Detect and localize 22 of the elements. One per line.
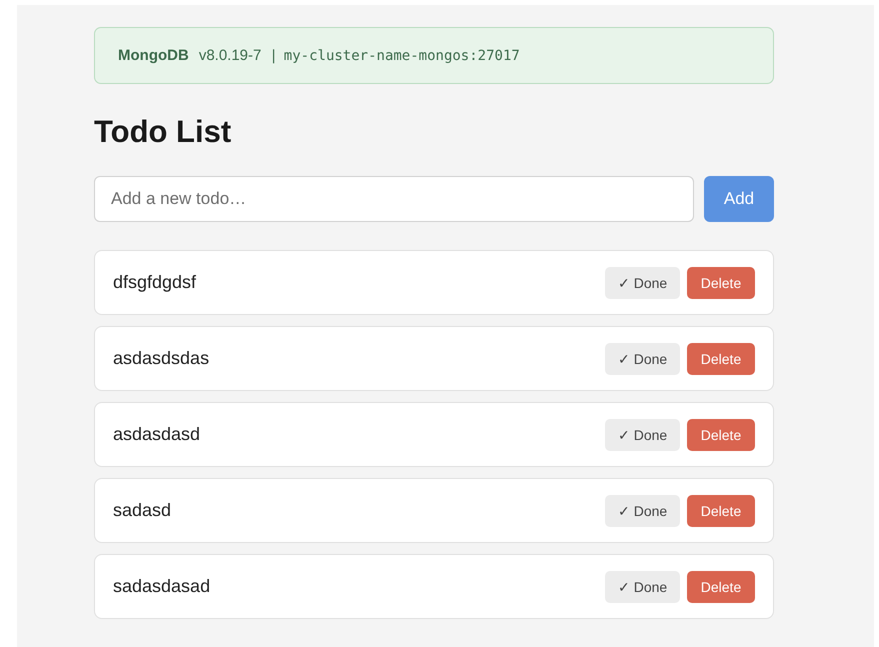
- database-name: MongoDB: [118, 47, 189, 64]
- version-text: v8.0.19-7: [198, 47, 262, 64]
- done-button[interactable]: ✓ Done: [605, 494, 680, 526]
- add-button[interactable]: Add: [704, 176, 774, 222]
- todo-text: dfsgfdgdsf: [113, 272, 196, 293]
- delete-button[interactable]: Delete: [687, 494, 755, 526]
- todo-text: sadasdasad: [113, 576, 210, 597]
- done-button[interactable]: ✓ Done: [605, 342, 680, 374]
- todo-text: asdasdasd: [113, 424, 200, 445]
- todo-text: sadasd: [113, 500, 172, 521]
- todo-input-field[interactable]: Add a new todo…: [94, 176, 694, 222]
- separator-text: |: [269, 48, 278, 64]
- done-button[interactable]: ✓ Done: [605, 570, 680, 602]
- delete-button[interactable]: Delete: [687, 570, 755, 602]
- done-button[interactable]: ✓ Done: [605, 418, 680, 450]
- done-button[interactable]: ✓ Done: [605, 266, 680, 298]
- delete-button[interactable]: Delete: [687, 418, 755, 450]
- host-text: my-cluster-name-mongos:27017: [284, 48, 520, 64]
- delete-button[interactable]: Delete: [687, 266, 755, 298]
- todo-text: asdasdsdas: [113, 348, 210, 369]
- delete-button[interactable]: Delete: [687, 342, 755, 374]
- page-title: Todo List: [94, 114, 232, 150]
